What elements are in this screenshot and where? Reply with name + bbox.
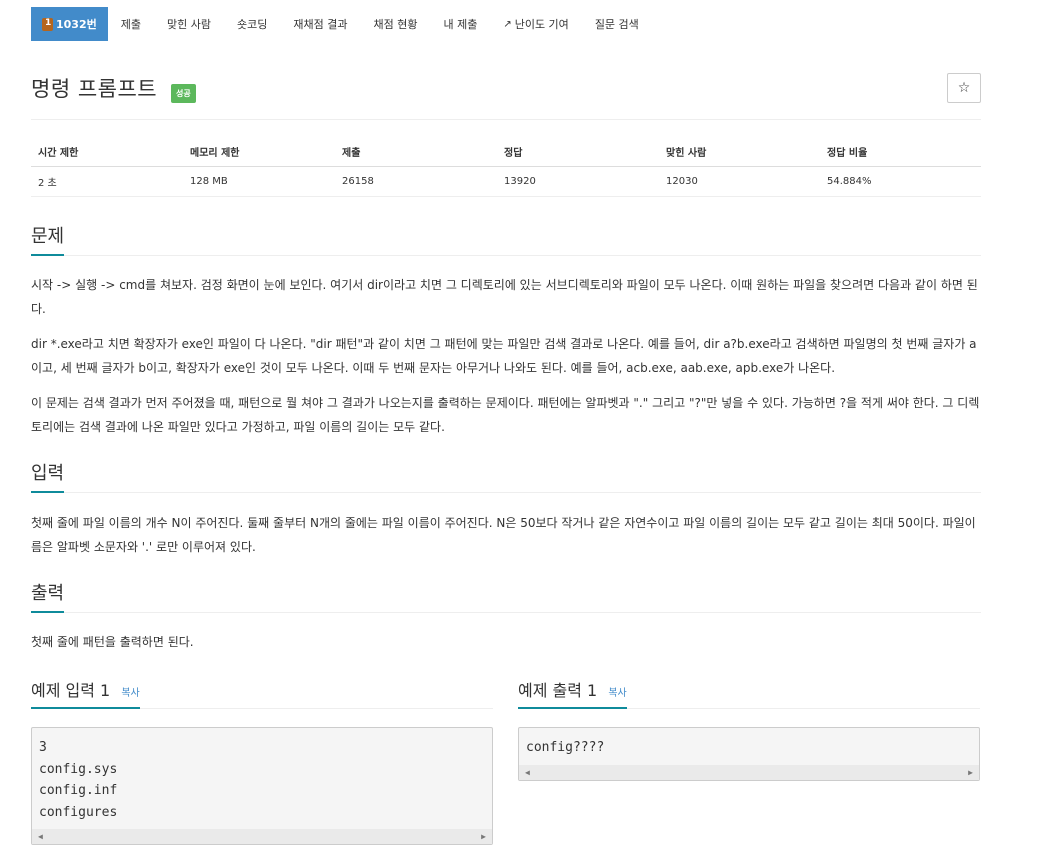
accepted-value: 13920: [497, 166, 659, 197]
tab-label: 1032번: [56, 18, 97, 31]
tab-label: 질문 검색: [594, 18, 639, 31]
tab-rejudge-results[interactable]: 재채점 결과: [280, 7, 360, 41]
example-output-heading: 예제 출력 1 복사: [518, 677, 627, 709]
time-limit-value: 2 초: [31, 166, 183, 197]
output-heading: 출력: [31, 579, 65, 613]
tab-my-submissions[interactable]: 내 제출: [430, 7, 490, 41]
tab-label: 제출: [120, 18, 141, 31]
star-button[interactable]: ☆: [947, 73, 981, 103]
tab-label: 재채점 결과: [293, 18, 348, 31]
copy-input-button[interactable]: 복사: [121, 688, 139, 699]
memory-limit-value: 128 MB: [183, 166, 335, 197]
tab-solved-users[interactable]: 맞힌 사람: [154, 7, 224, 41]
horizontal-scrollbar[interactable]: ◀ ▶: [519, 764, 979, 780]
tab-status[interactable]: 채점 현황: [360, 7, 430, 41]
example-output-header: 예제 출력 1 복사: [518, 677, 980, 709]
star-icon: ☆: [957, 80, 971, 96]
scroll-left-icon[interactable]: ◀: [38, 832, 43, 841]
tab-difficulty[interactable]: ↗ 난이도 기여: [490, 7, 582, 41]
header-time-limit: 시간 제한: [31, 138, 183, 167]
tab-submit[interactable]: 제출: [108, 7, 154, 41]
table-row: 2 초 128 MB 26158 13920 12030 54.884%: [31, 166, 981, 197]
tab-short-coding[interactable]: 숏코딩: [224, 7, 280, 41]
tab-questions[interactable]: 질문 검색: [582, 7, 652, 41]
example-input-heading: 예제 입력 1 복사: [31, 677, 140, 709]
header-ratio: 정답 비율: [820, 138, 981, 167]
title-row: 명령 프롬프트 성공 ☆: [31, 72, 981, 120]
header-submissions: 제출: [335, 138, 497, 167]
scroll-right-icon[interactable]: ▶: [481, 832, 486, 841]
problem-paragraph-3: 이 문제는 검색 결과가 먼저 주어졌을 때, 패턴으로 뭘 쳐야 그 결과가 …: [31, 396, 980, 434]
header-memory-limit: 메모리 제한: [183, 138, 335, 167]
tab-label: 채점 현황: [373, 18, 418, 31]
copy-output-button[interactable]: 복사: [608, 688, 626, 699]
example-output-title: 예제 출력 1: [518, 681, 598, 700]
example-output-box: config???? ◀ ▶: [518, 727, 980, 781]
tab-label: 난이도 기여: [514, 18, 569, 31]
external-link-icon: ↗: [503, 18, 512, 30]
tab-problem[interactable]: 1032번: [31, 7, 108, 41]
header-solved-users: 맞힌 사람: [659, 138, 820, 167]
problem-section-header: 문제: [31, 222, 981, 256]
input-section-header: 입력: [31, 459, 981, 493]
problem-paragraph-2: dir *.exe라고 치면 확장자가 exe인 파일이 다 나온다. "dir…: [31, 337, 977, 375]
output-paragraph: 첫째 줄에 패턴을 출력하면 된다.: [31, 635, 194, 649]
scroll-left-icon[interactable]: ◀: [525, 768, 530, 777]
problem-tabs: 1032번 제출 맞힌 사람 숏코딩 재채점 결과 채점 현황 내 제출 ↗ 난…: [31, 7, 652, 41]
status-badge: 성공: [171, 84, 196, 103]
medal-icon: [42, 17, 53, 31]
scroll-right-icon[interactable]: ▶: [968, 768, 973, 777]
ratio-value: 54.884%: [820, 166, 981, 197]
example-input-box: 3 config.sys config.inf configures ◀ ▶: [31, 727, 493, 845]
header-accepted: 정답: [497, 138, 659, 167]
tab-label: 내 제출: [443, 18, 478, 31]
tab-label: 숏코딩: [236, 18, 268, 31]
problem-heading: 문제: [31, 222, 65, 256]
solved-users-value: 12030: [659, 166, 820, 197]
input-paragraph: 첫째 줄에 파일 이름의 개수 N이 주어진다. 둘째 줄부터 N개의 줄에는 …: [31, 516, 976, 554]
problem-paragraph-1: 시작 -> 실행 -> cmd를 쳐보자. 검정 화면이 눈에 보인다. 여기서…: [31, 278, 978, 316]
example-input-header: 예제 입력 1 복사: [31, 677, 493, 709]
tab-label: 맞힌 사람: [167, 18, 211, 31]
output-section-header: 출력: [31, 579, 981, 613]
table-header-row: 시간 제한 메모리 제한 제출 정답 맞힌 사람 정답 비율: [31, 138, 981, 167]
example-output-code: config????: [526, 740, 605, 755]
problem-info-table: 시간 제한 메모리 제한 제출 정답 맞힌 사람 정답 비율 2 초 128 M…: [31, 138, 981, 197]
page-title: 명령 프롬프트: [31, 77, 158, 101]
example-input-code: 3 config.sys config.inf configures: [39, 740, 118, 820]
example-input-title: 예제 입력 1: [31, 681, 111, 700]
submissions-value: 26158: [335, 166, 497, 197]
input-heading: 입력: [31, 459, 65, 493]
horizontal-scrollbar[interactable]: ◀ ▶: [32, 829, 492, 844]
